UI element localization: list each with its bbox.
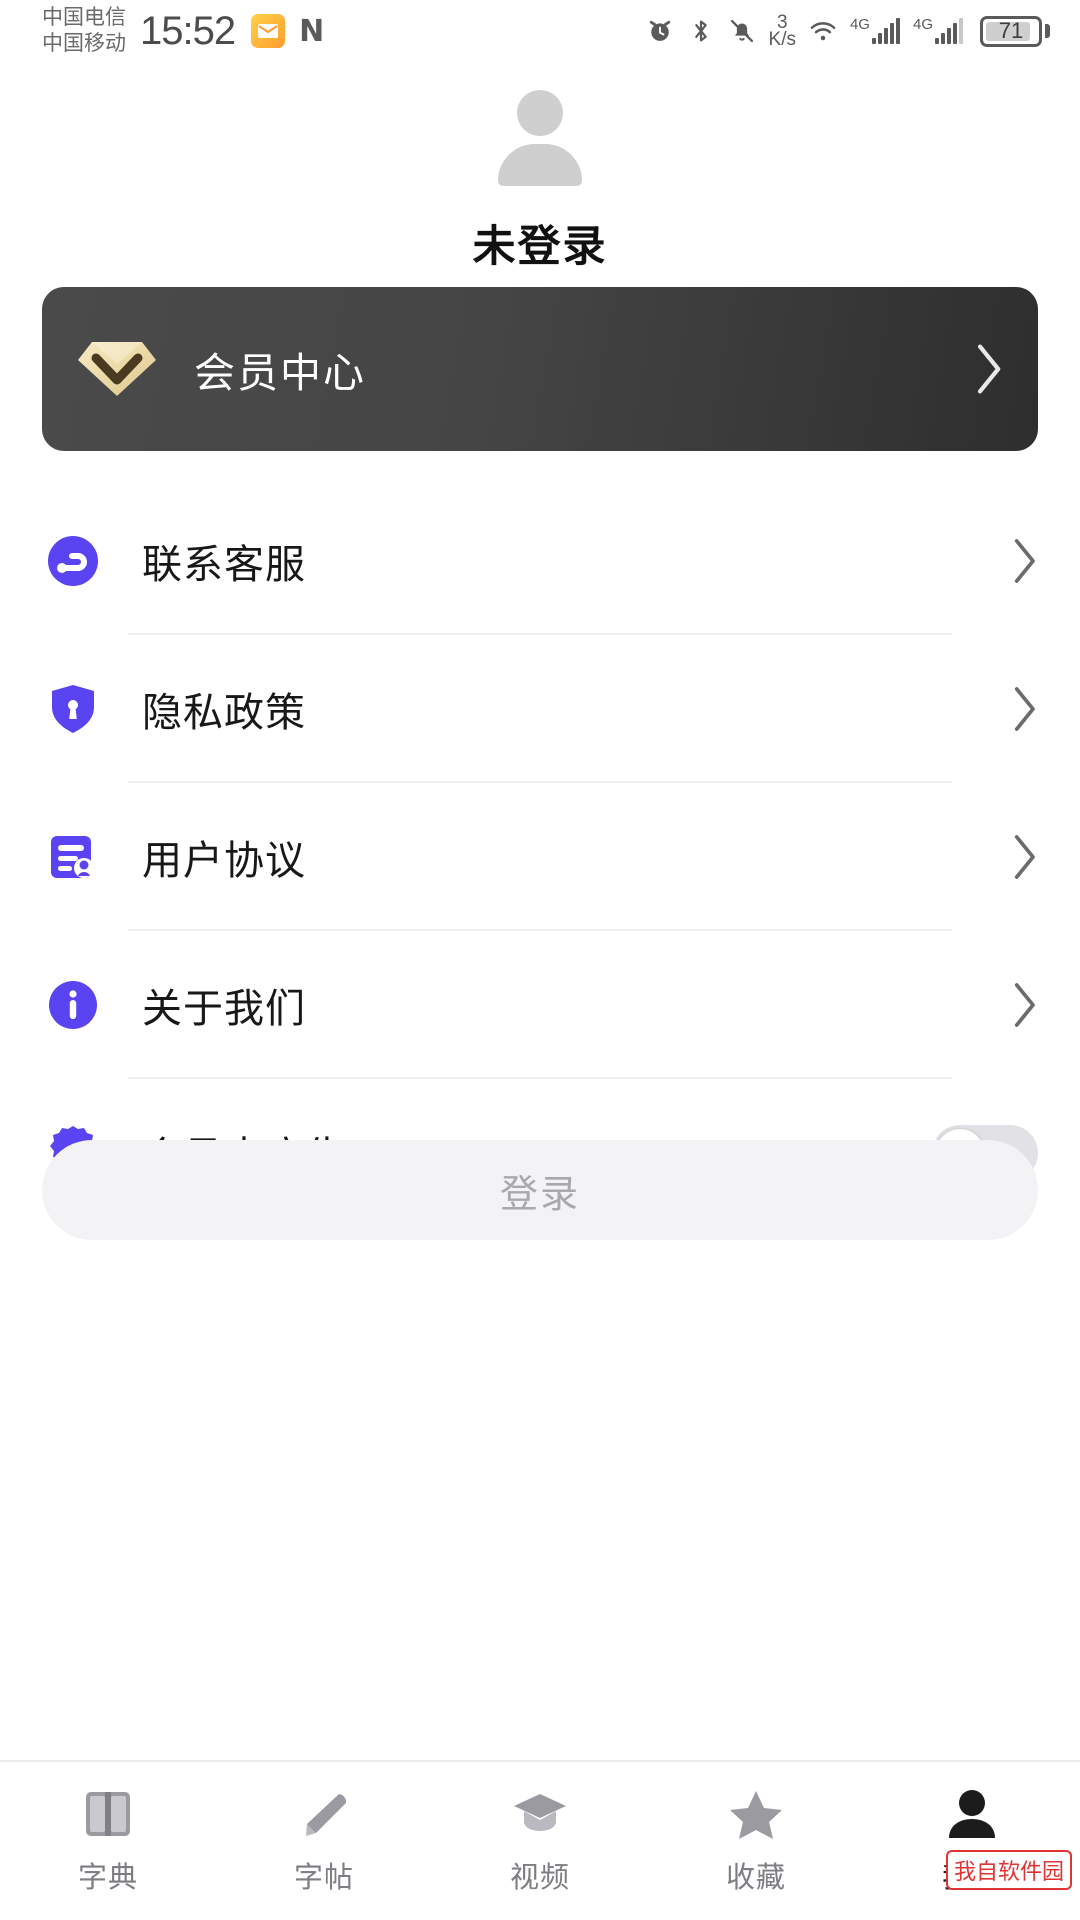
tab-dictionary[interactable]: 字典 (0, 1786, 216, 1896)
tab-label: 字帖 (293, 1862, 354, 1894)
chevron-right-icon (1014, 687, 1035, 731)
chevron-right-icon (1014, 835, 1035, 879)
menu-item-privacy-policy[interactable]: 隐私政策 (0, 635, 1080, 783)
shield-lock-icon (42, 678, 104, 740)
menu-item-user-agreement[interactable]: 用户协议 (0, 783, 1080, 931)
network-speed-unit: K/s (768, 29, 796, 50)
gem-diamond-icon (76, 338, 158, 400)
menu-item-about-us[interactable]: 关于我们 (0, 931, 1080, 1079)
site-watermark: 我自软件园 (945, 1850, 1072, 1890)
headset-support-icon (42, 530, 104, 592)
wifi-icon (810, 22, 836, 41)
tab-label: 字典 (77, 1862, 138, 1894)
tab-label: 收藏 (725, 1862, 786, 1894)
star-icon (730, 1791, 782, 1839)
network-speed-indicator: 3 K/s (768, 13, 796, 50)
member-center-label: 会员中心 (194, 350, 366, 396)
sim2-signal: 4G (912, 16, 963, 44)
avatar[interactable] (0, 90, 1080, 186)
login-button-label: 登录 (499, 1173, 580, 1216)
menu-item-label: 用户协议 (142, 839, 306, 883)
menu-item-label: 联系客服 (142, 543, 306, 587)
menu-item-contact-support[interactable]: 联系客服 (0, 487, 1080, 635)
sim2-network-type: 4G (912, 16, 933, 33)
carrier-secondary: 中国移动 (42, 32, 126, 55)
sim1-signal-bars (871, 18, 900, 44)
sim1-signal: 4G (849, 16, 900, 44)
sim1-network-type: 4G (849, 16, 870, 33)
tab-label: 视频 (509, 1862, 570, 1894)
pen-icon (306, 1794, 347, 1836)
chevron-right-icon (1014, 539, 1035, 583)
nickname-label: 未登录 (472, 223, 608, 271)
battery-percent: 71 (998, 18, 1024, 43)
sim2-signal-bars (935, 18, 963, 44)
battery-indicator: 71 (980, 15, 1050, 47)
bell-muted-icon (730, 19, 753, 43)
chevron-right-icon (977, 344, 1001, 394)
graduate-cap-icon (514, 1794, 566, 1831)
status-bar-clock: 15:52 (140, 8, 236, 53)
contract-document-icon (42, 826, 104, 888)
menu-item-label: 隐私政策 (142, 691, 306, 735)
member-center-card[interactable]: 会员中心 (42, 287, 1038, 451)
tab-copybook[interactable]: 字帖 (216, 1786, 432, 1896)
bottom-tab-bar: 字典 字帖 视频 收藏 我的 我自软件园 (0, 1760, 1080, 1920)
status-bar-right-icons: 3 K/s 4G 4G 71 (646, 13, 1050, 50)
carrier-primary: 中国电信 (42, 6, 126, 29)
bluetooth-icon (694, 20, 707, 42)
login-button[interactable]: 登录 (42, 1140, 1038, 1240)
carrier-names: 中国电信 中国移动 (42, 5, 126, 57)
person-icon (949, 1790, 995, 1838)
book-icon (86, 1792, 130, 1836)
info-circle-icon (42, 974, 104, 1036)
chevron-right-icon (1014, 983, 1035, 1027)
tab-favorites[interactable]: 收藏 (648, 1786, 864, 1896)
menu-item-label: 关于我们 (142, 987, 306, 1031)
status-bar: 中国电信 中国移动 15:52 N 3 K/s 4G 4G 71 (0, 0, 1080, 62)
nfc-icon: N (299, 13, 325, 49)
settings-menu-list: 联系客服 隐私政策 用户协议 关于我们 (0, 487, 1080, 1227)
alarm-icon (649, 20, 670, 41)
person-placeholder-icon (494, 90, 586, 186)
mail-icon (251, 14, 286, 48)
tab-video[interactable]: 视频 (432, 1786, 648, 1896)
tab-mine[interactable]: 我的 我自软件园 (864, 1786, 1080, 1896)
